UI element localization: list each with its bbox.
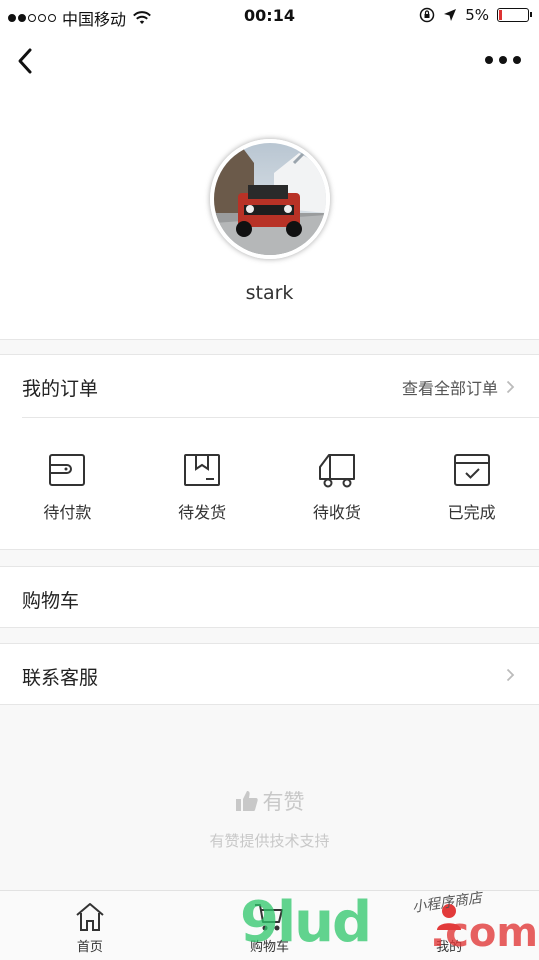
tab-bar: 首页 购物车 我的 bbox=[0, 890, 539, 960]
chevron-right-icon bbox=[506, 380, 515, 394]
tab-cart[interactable]: 购物车 bbox=[180, 891, 360, 960]
view-all-label: 查看全部订单 bbox=[401, 379, 498, 398]
status-bar: 中国移动 00:14 5% bbox=[0, 0, 539, 32]
order-pending-shipment-label: 待发货 bbox=[178, 503, 227, 522]
order-status-shortcuts: 待付款 待发货 待收货 已完成 bbox=[0, 451, 539, 523]
order-pending-payment[interactable]: 待付款 bbox=[0, 451, 135, 523]
status-right: 5% bbox=[419, 6, 532, 24]
order-pending-shipment[interactable]: 待发货 bbox=[135, 451, 270, 523]
brand-footer: 有赞 有赞提供技术支持 bbox=[0, 786, 539, 851]
username: stark bbox=[245, 282, 294, 304]
order-pending-receipt[interactable]: 待收货 bbox=[270, 451, 405, 523]
thumbs-up-icon bbox=[235, 791, 258, 811]
cart-row-title: 购物车 bbox=[22, 590, 80, 612]
contact-service-title: 联系客服 bbox=[22, 667, 99, 689]
more-options-icon[interactable] bbox=[485, 48, 521, 72]
tab-home-label: 首页 bbox=[76, 940, 103, 955]
tab-profile[interactable]: 我的 bbox=[359, 891, 539, 960]
cart-icon bbox=[255, 904, 284, 931]
divider bbox=[22, 417, 539, 418]
order-pending-payment-label: 待付款 bbox=[43, 503, 92, 522]
tab-profile-label: 我的 bbox=[436, 940, 463, 955]
view-all-orders-link[interactable]: 查看全部订单 bbox=[402, 375, 515, 399]
orders-section: 我的订单 查看全部订单 待付款 待发货 待收货 已完成 bbox=[0, 354, 539, 550]
brand-tagline: 有赞提供技术支持 bbox=[209, 832, 330, 850]
battery-percent: 5% bbox=[465, 6, 489, 24]
completed-box-icon bbox=[453, 454, 490, 486]
wallet-icon bbox=[49, 454, 86, 486]
navigation-bar bbox=[0, 32, 539, 92]
order-completed-label: 已完成 bbox=[447, 503, 496, 522]
cart-row[interactable]: 购物车 bbox=[0, 566, 539, 628]
profile-icon bbox=[437, 904, 462, 930]
tab-cart-label: 购物车 bbox=[249, 940, 289, 955]
avatar[interactable] bbox=[210, 139, 330, 259]
profile-header: stark bbox=[0, 92, 539, 340]
brand-logo: 有赞 bbox=[0, 786, 539, 816]
orders-title: 我的订单 bbox=[22, 378, 99, 400]
brand-name: 有赞 bbox=[262, 790, 305, 814]
order-completed[interactable]: 已完成 bbox=[404, 451, 539, 523]
location-arrow-icon bbox=[444, 9, 457, 21]
tab-home[interactable]: 首页 bbox=[0, 891, 180, 960]
orientation-lock-icon bbox=[419, 7, 435, 23]
contact-service-row[interactable]: 联系客服 bbox=[0, 643, 539, 705]
order-pending-receipt-label: 待收货 bbox=[312, 503, 361, 522]
package-icon bbox=[184, 454, 221, 486]
chevron-right-icon bbox=[506, 668, 515, 682]
home-icon bbox=[76, 903, 104, 931]
truck-icon bbox=[318, 454, 355, 488]
battery-icon bbox=[497, 8, 532, 22]
orders-header[interactable]: 我的订单 查看全部订单 bbox=[0, 355, 539, 417]
back-arrow-icon[interactable] bbox=[12, 44, 42, 78]
